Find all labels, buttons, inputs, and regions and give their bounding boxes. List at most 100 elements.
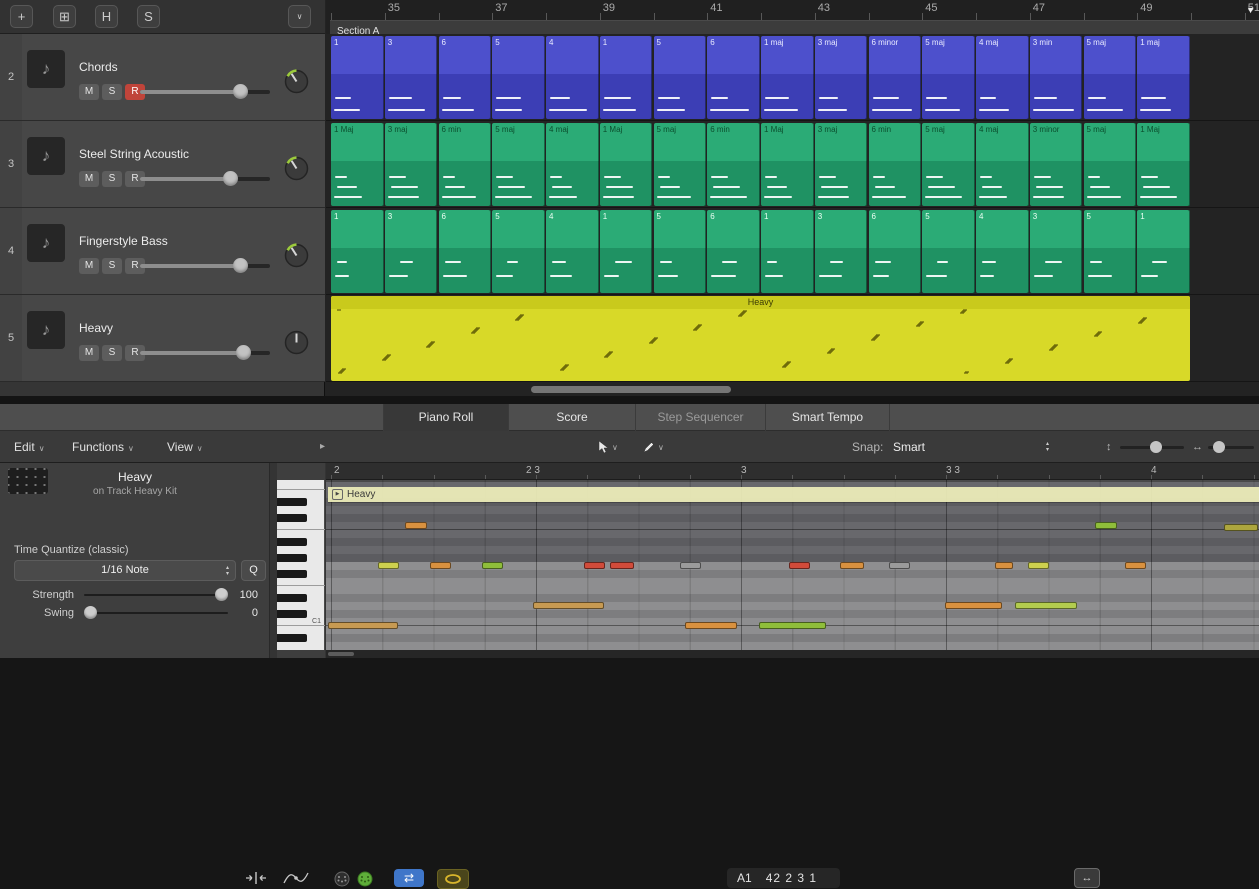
tab-step-sequencer[interactable]: Step Sequencer (635, 404, 765, 431)
edit-menu[interactable]: Edit∨ (14, 431, 45, 463)
slider-knob[interactable] (1150, 441, 1162, 453)
volume-slider-knob[interactable] (233, 258, 248, 273)
chord-region[interactable]: 4 (976, 210, 1029, 293)
black-key[interactable] (277, 634, 307, 642)
chord-region[interactable]: 3 maj (815, 36, 868, 119)
midi-note[interactable] (889, 562, 910, 569)
chord-region[interactable]: 3 (385, 210, 438, 293)
region-header-strip[interactable]: ▶ Heavy (328, 487, 1259, 502)
midi-note[interactable] (789, 562, 810, 569)
midi-note[interactable] (1095, 522, 1117, 529)
midi-note[interactable] (584, 562, 605, 569)
header-options-button[interactable]: ∨ (288, 5, 311, 28)
mute-button[interactable]: M (79, 345, 99, 361)
solo-button[interactable]: S (102, 84, 122, 100)
mute-button[interactable]: M (79, 258, 99, 274)
chord-region[interactable]: 5 (492, 36, 545, 119)
solo-button[interactable]: S (102, 345, 122, 361)
midi-note[interactable] (1125, 562, 1146, 569)
playhead-position-display[interactable]: A1 42 2 3 1 (727, 868, 840, 888)
chord-region[interactable]: 1 Maj (331, 123, 384, 206)
time-quantize-select[interactable]: 1/16 Note ▴ ▾ (14, 560, 236, 581)
scroll-thumb[interactable] (531, 386, 731, 393)
tab-piano-roll[interactable]: Piano Roll (383, 404, 508, 431)
chord-region[interactable]: 5 maj (654, 123, 707, 206)
midi-note[interactable] (945, 602, 1002, 609)
play-icon[interactable]: ▶ (332, 489, 343, 500)
piano-keyboard[interactable]: C1 (277, 480, 325, 650)
midi-note[interactable] (680, 562, 701, 569)
chord-region[interactable]: 4 maj (976, 123, 1029, 206)
black-key[interactable] (277, 538, 307, 546)
track-header[interactable]: 4 ♪ Fingerstyle Bass M S R (0, 208, 325, 295)
chord-region[interactable]: 3 maj (815, 123, 868, 206)
chord-region[interactable]: 5 maj (1084, 123, 1137, 206)
chord-region[interactable]: 1 Maj (1137, 123, 1190, 206)
chord-region[interactable]: 6 (707, 36, 760, 119)
chord-region[interactable]: 3 min (1030, 36, 1083, 119)
track-header[interactable]: 5 ♪ Heavy M S R (0, 295, 325, 382)
midi-note[interactable] (482, 562, 503, 569)
volume-slider[interactable] (140, 169, 270, 189)
mute-button[interactable]: M (79, 171, 99, 187)
chord-region[interactable]: 1 Maj (600, 123, 653, 206)
volume-slider[interactable] (140, 343, 270, 363)
chord-region[interactable]: 1 (331, 36, 384, 119)
chord-region[interactable]: 3 (1030, 210, 1083, 293)
midi-draw-button[interactable] (281, 868, 311, 887)
lasso-tool-button[interactable] (437, 869, 469, 889)
midi-note[interactable] (1015, 602, 1077, 609)
volume-slider[interactable] (140, 256, 270, 276)
chord-region[interactable]: 5 (1084, 210, 1137, 293)
chord-region[interactable]: 6 min (707, 123, 760, 206)
mute-button[interactable]: M (79, 84, 99, 100)
chord-region[interactable]: 1 maj (1137, 36, 1190, 119)
midi-note[interactable] (405, 522, 427, 529)
slider-knob[interactable] (84, 606, 97, 619)
view-menu[interactable]: View∨ (167, 431, 203, 463)
chord-region[interactable]: 5 maj (922, 123, 975, 206)
add-track-button[interactable]: + (10, 5, 33, 28)
hide-tracks-button[interactable]: H (95, 5, 118, 28)
pan-knob[interactable] (283, 68, 310, 95)
volume-slider-knob[interactable] (236, 345, 251, 360)
chord-region[interactable]: 5 maj (492, 123, 545, 206)
drum-region[interactable]: Heavy (331, 296, 1190, 381)
midi-note[interactable] (840, 562, 864, 569)
chord-region[interactable]: 3 (815, 210, 868, 293)
midi-note[interactable] (1224, 524, 1258, 531)
midi-in-button[interactable] (333, 870, 350, 887)
midi-note[interactable] (610, 562, 634, 569)
pan-knob[interactable] (283, 329, 310, 356)
midi-transform-button[interactable]: ⇄ (394, 869, 424, 887)
pan-knob[interactable] (283, 155, 310, 182)
volume-slider[interactable] (140, 82, 270, 102)
track-header[interactable]: 2 ♪ Chords M S R (0, 34, 325, 121)
pan-knob[interactable] (283, 242, 310, 269)
chord-region[interactable]: 6 (707, 210, 760, 293)
chord-region[interactable]: 1 maj (761, 36, 814, 119)
chord-region[interactable]: 5 (654, 210, 707, 293)
vertical-zoom-slider[interactable] (1120, 441, 1184, 453)
quantize-apply-button[interactable]: Q (241, 560, 266, 581)
snap-value[interactable]: Smart (893, 431, 925, 463)
solo-button[interactable]: S (102, 258, 122, 274)
bar-ruler[interactable]: 353739414345474951 Section A ▼ (326, 0, 1259, 34)
tab-smart-tempo[interactable]: Smart Tempo (765, 404, 890, 431)
chord-region[interactable]: 4 (546, 36, 599, 119)
solo-tracks-button[interactable]: S (137, 5, 160, 28)
chord-region[interactable]: 3 minor (1030, 123, 1083, 206)
midi-note[interactable] (378, 562, 399, 569)
piano-roll-hscrollbar[interactable] (326, 650, 1259, 658)
midi-note[interactable] (759, 622, 826, 629)
chord-region[interactable]: 6 min (869, 123, 922, 206)
tab-score[interactable]: Score (508, 404, 635, 431)
chord-region[interactable]: 4 maj (976, 36, 1029, 119)
catch-playhead-button[interactable] (243, 868, 269, 887)
chord-region[interactable]: 6 min (439, 123, 492, 206)
functions-menu[interactable]: Functions∨ (72, 431, 134, 463)
chord-region[interactable]: 1 (600, 210, 653, 293)
chord-region[interactable]: 5 maj (1084, 36, 1137, 119)
black-key[interactable] (277, 594, 307, 602)
midi-out-button[interactable] (356, 870, 373, 887)
